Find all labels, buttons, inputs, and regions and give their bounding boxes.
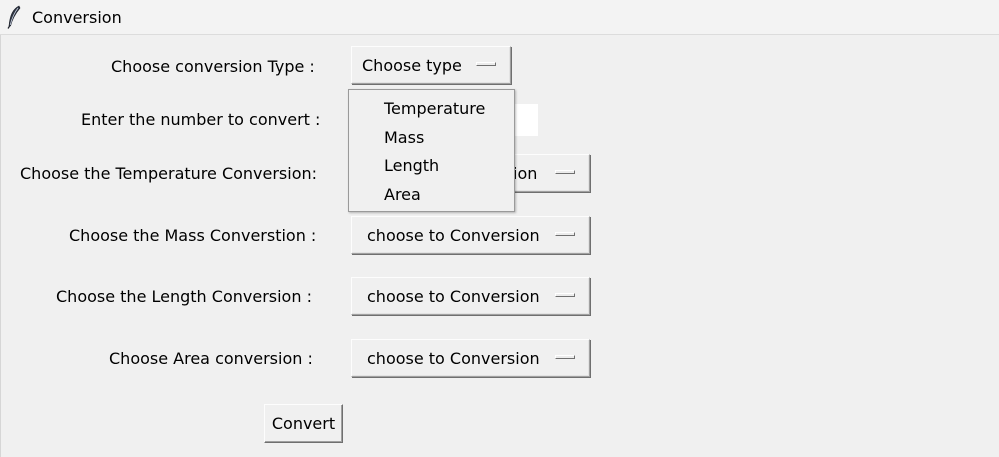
number-input[interactable] [512,104,538,136]
length-conversion-value: choose to Conversion [367,287,540,306]
mass-conversion-label: Choose the Mass Converstion : [69,226,317,245]
area-conversion-label: Choose Area conversion : [109,349,313,368]
conversion-type-menu[interactable]: Choose type [351,46,511,84]
menu-indicator-icon [555,170,575,174]
menu-indicator-icon [555,355,575,359]
dropdown-item-length[interactable]: Length [384,156,439,176]
window-border [0,35,1,457]
dropdown-item-mass[interactable]: Mass [384,128,424,148]
menu-indicator-icon [555,293,575,297]
mass-conversion-menu[interactable]: choose to Conversion [351,216,590,254]
temperature-conversion-label: Choose the Temperature Conversion: [20,164,318,183]
length-conversion-menu[interactable]: choose to Conversion [351,277,590,315]
area-conversion-menu[interactable]: choose to Conversion [351,339,590,377]
window-title: Conversion [32,8,122,27]
convert-button[interactable]: Convert [264,404,343,443]
area-conversion-value: choose to Conversion [367,349,540,368]
number-label: Enter the number to convert : [81,110,321,129]
menu-indicator-icon [476,62,496,66]
title-bar: Conversion [0,0,999,35]
menu-indicator-icon [555,232,575,236]
temperature-conversion-value: ion [513,164,538,183]
dropdown-item-area[interactable]: Area [384,185,421,205]
conversion-type-value: Choose type [362,56,462,75]
conversion-type-label: Choose conversion Type : [111,57,315,76]
feather-icon [7,5,21,29]
mass-conversion-value: choose to Conversion [367,226,540,245]
length-conversion-label: Choose the Length Conversion : [56,287,312,306]
dropdown-item-temperature[interactable]: Temperature [384,99,485,119]
conversion-type-dropdown: Temperature Mass Length Area [348,89,515,212]
